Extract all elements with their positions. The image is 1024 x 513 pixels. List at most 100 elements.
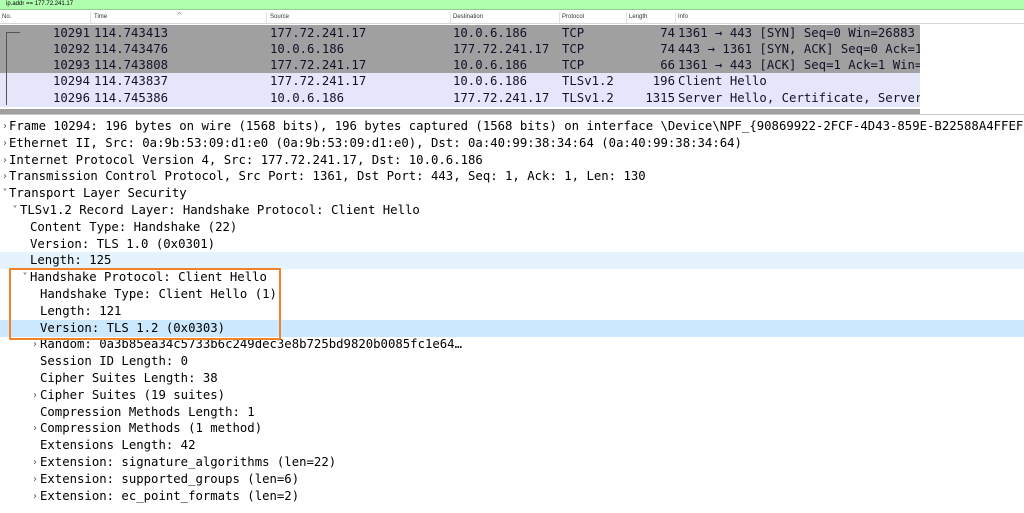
detail-tree-item[interactable]: › Frame 10294: 196 bytes on wire (1568 bi… bbox=[0, 118, 1024, 135]
expand-arrow-icon[interactable]: › bbox=[30, 471, 40, 488]
packet-source: 10.0.6.186 bbox=[270, 91, 345, 105]
detail-tree-label: Extension: signature_algorithms (len=22) bbox=[40, 455, 337, 469]
conversation-bracket bbox=[6, 89, 21, 105]
detail-tree-label: Transport Layer Security bbox=[9, 186, 187, 201]
detail-tree-item[interactable]: Cipher Suites Length: 38 bbox=[0, 370, 1024, 387]
column-header-protocol[interactable]: Protocol bbox=[562, 14, 584, 21]
packet-length: 74 bbox=[660, 42, 675, 56]
detail-tree-label: Version: TLS 1.0 (0x0301) bbox=[30, 236, 216, 251]
packet-row[interactable]: 10296 114.745386 10.0.6.186 177.72.241.1… bbox=[0, 89, 920, 107]
packet-number: 10294 bbox=[52, 74, 90, 88]
packet-length: 196 bbox=[652, 74, 675, 88]
detail-tree-label: Cipher Suites (19 suites) bbox=[40, 387, 226, 402]
conversation-bracket bbox=[6, 32, 20, 41]
detail-tree-item[interactable]: › Cipher Suites (19 suites) bbox=[0, 387, 1024, 404]
detail-tree-label: Internet Protocol Version 4, Src: 177.72… bbox=[9, 152, 483, 167]
packet-row-selected[interactable]: 10294 114.743837 177.72.241.17 10.0.6.18… bbox=[0, 73, 920, 89]
expand-arrow-icon[interactable]: › bbox=[30, 454, 40, 471]
column-header-destination[interactable]: Destination bbox=[453, 14, 483, 21]
expand-arrow-icon[interactable]: › bbox=[30, 387, 40, 404]
detail-tree-label: Cipher Suites Length: 38 bbox=[40, 371, 218, 385]
detail-tree-item[interactable]: ˅ Transport Layer Security bbox=[0, 185, 1024, 202]
packet-destination: 10.0.6.186 bbox=[453, 58, 528, 72]
packet-protocol: TCP bbox=[562, 42, 585, 56]
collapse-arrow-icon[interactable]: ˅ bbox=[10, 202, 20, 219]
packet-source: 177.72.241.17 bbox=[270, 26, 367, 40]
detail-tree-item[interactable]: Extensions Length: 42 bbox=[0, 437, 1024, 454]
detail-tree-label: Transmission Control Protocol, Src Port:… bbox=[9, 169, 646, 184]
detail-tree-item[interactable]: › Ethernet II, Src: 0a:9b:53:09:d1:e0 (0a… bbox=[0, 135, 1024, 152]
packet-source: 177.72.241.17 bbox=[270, 58, 367, 72]
detail-tree-item[interactable]: › Internet Protocol Version 4, Src: 177.7… bbox=[0, 152, 1024, 169]
detail-tree-label: Ethernet II, Src: 0a:9b:53:09:d1:e0 (0a:… bbox=[9, 135, 742, 150]
packet-destination: 177.72.241.17 bbox=[453, 42, 550, 56]
packet-time: 114.743808 bbox=[94, 58, 169, 72]
detail-tree-item[interactable]: › Compression Methods (1 method) bbox=[0, 420, 1024, 437]
detail-tree-item[interactable]: Length: 125 bbox=[0, 252, 1024, 270]
detail-tree-item[interactable]: › Extension: signature_algorithms (len=22… bbox=[0, 454, 1024, 471]
packet-row[interactable]: 10293 114.743808 177.72.241.17 10.0.6.18… bbox=[0, 57, 920, 73]
packet-number: 10293 bbox=[52, 58, 90, 72]
packet-time: 114.743837 bbox=[94, 74, 169, 88]
detail-tree-item[interactable]: Compression Methods Length: 1 bbox=[0, 404, 1024, 421]
column-header-info[interactable]: Info bbox=[678, 14, 688, 21]
packet-length: 1315 bbox=[645, 91, 675, 105]
detail-tree-item[interactable]: › Extension: ec_point_formats (len=2) bbox=[0, 488, 1024, 505]
detail-tree-item[interactable]: ˅ TLSv1.2 Record Layer: Handshake Protoco… bbox=[0, 202, 1024, 219]
packet-time: 114.745386 bbox=[94, 91, 169, 105]
detail-tree-item[interactable]: Content Type: Handshake (22) bbox=[0, 219, 1024, 236]
packet-destination: 10.0.6.186 bbox=[453, 74, 528, 88]
column-header-source[interactable]: Source bbox=[270, 14, 289, 21]
packet-time: 114.743476 bbox=[94, 42, 169, 56]
detail-tree-label: Frame 10294: 196 bytes on wire (1568 bit… bbox=[9, 119, 1024, 133]
packet-info: Client Hello bbox=[678, 74, 767, 88]
packet-row[interactable]: 10292 114.743476 10.0.6.186 177.72.241.1… bbox=[0, 41, 920, 57]
detail-tree-label: Compression Methods (1 method) bbox=[40, 421, 263, 436]
expand-arrow-icon[interactable]: › bbox=[30, 488, 40, 505]
detail-tree-label: Extension: ec_point_formats (len=2) bbox=[40, 488, 300, 503]
sort-caret-icon: ^ bbox=[176, 11, 183, 20]
packet-number: 10296 bbox=[52, 91, 90, 105]
detail-tree-label: Session ID Length: 0 bbox=[40, 354, 189, 369]
detail-tree-label: Length: 125 bbox=[30, 253, 112, 268]
conversation-bracket bbox=[6, 41, 21, 57]
packet-length: 74 bbox=[660, 26, 675, 40]
detail-tree-item[interactable]: › Transmission Control Protocol, Src Port… bbox=[0, 168, 1024, 185]
display-filter-bar[interactable]: ip.addr == 177.72.241.17 bbox=[0, 0, 1024, 10]
detail-tree-label: Compression Methods Length: 1 bbox=[40, 404, 255, 419]
packet-info: 1361 → 443 [SYN] Seq=0 Win=26883 … bbox=[678, 26, 920, 40]
packet-list-header: No. Time ^ Source Destination Protocol L… bbox=[0, 11, 1024, 24]
packet-time: 114.743413 bbox=[94, 26, 169, 40]
detail-tree-item[interactable]: › Extension: supported_groups (len=6) bbox=[0, 471, 1024, 488]
detail-tree-label: TLSv1.2 Record Layer: Handshake Protocol… bbox=[20, 203, 420, 217]
detail-tree-item[interactable]: Version: TLS 1.0 (0x0301) bbox=[0, 236, 1024, 253]
packet-source: 10.0.6.186 bbox=[270, 42, 345, 56]
packet-info: 443 → 1361 [SYN, ACK] Seq=0 Ack=1… bbox=[678, 42, 920, 56]
packet-row[interactable]: 10291 114.743413 177.72.241.17 10.0.6.18… bbox=[0, 25, 920, 41]
packet-protocol: TLSv1.2 bbox=[562, 74, 614, 88]
detail-tree-label: Content Type: Handshake (22) bbox=[30, 219, 238, 234]
packet-length: 66 bbox=[660, 58, 675, 72]
conversation-bracket bbox=[6, 73, 21, 89]
detail-tree-label: Extensions Length: 42 bbox=[40, 438, 196, 453]
annotation-highlight-box bbox=[9, 268, 281, 340]
pane-divider[interactable] bbox=[0, 114, 1024, 115]
packet-number: 10292 bbox=[52, 42, 90, 56]
expand-arrow-icon[interactable]: › bbox=[30, 420, 40, 437]
packet-destination: 10.0.6.186 bbox=[453, 26, 528, 40]
packet-info: Server Hello, Certificate, Server… bbox=[678, 91, 920, 105]
packet-protocol: TCP bbox=[562, 58, 585, 72]
packet-info: 1361 → 443 [ACK] Seq=1 Ack=1 Win=… bbox=[678, 58, 920, 72]
packet-source: 177.72.241.17 bbox=[270, 74, 367, 88]
conversation-bracket bbox=[6, 57, 21, 73]
column-header-no[interactable]: No. bbox=[2, 14, 11, 21]
detail-tree-item[interactable]: Session ID Length: 0 bbox=[0, 353, 1024, 370]
packet-protocol: TCP bbox=[562, 26, 585, 40]
column-header-time[interactable]: Time bbox=[94, 14, 107, 21]
packet-protocol: TLSv1.2 bbox=[562, 91, 614, 105]
packet-number: 10291 bbox=[52, 26, 90, 40]
column-header-length[interactable]: Length bbox=[629, 14, 647, 21]
packet-destination: 177.72.241.17 bbox=[453, 91, 550, 105]
display-filter-input[interactable]: ip.addr == 177.72.241.17 bbox=[6, 1, 73, 8]
detail-tree-label: Extension: supported_groups (len=6) bbox=[40, 471, 300, 486]
